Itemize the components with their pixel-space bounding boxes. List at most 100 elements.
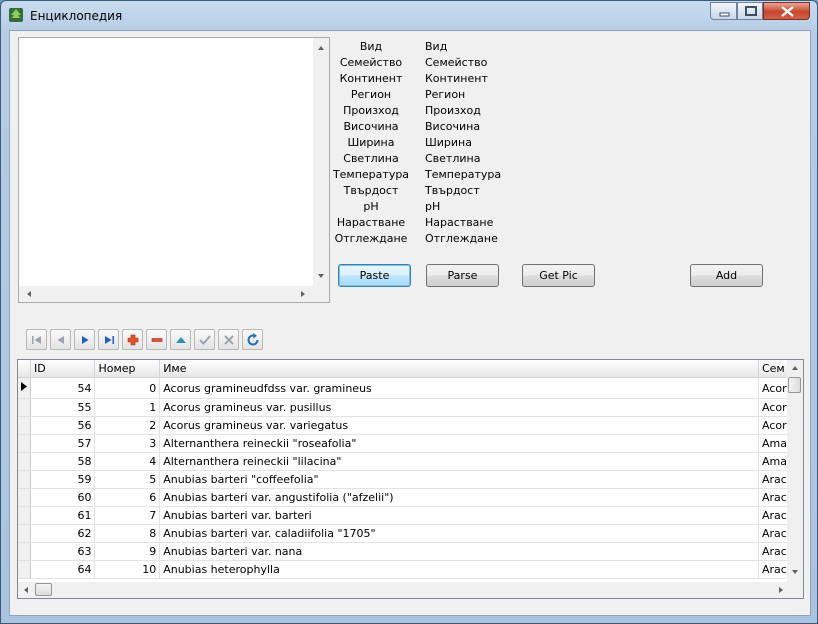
column-header-name[interactable]: Име [159,360,759,378]
cell-number[interactable]: 7 [94,506,161,525]
delete-record-button[interactable] [146,329,167,350]
cancel-record-button[interactable] [218,329,239,350]
horizontal-scroll-thumb[interactable] [35,583,52,596]
column-header-id[interactable]: ID [30,360,96,378]
scroll-up-icon[interactable] [787,360,803,376]
cell-number[interactable]: 0 [94,377,161,399]
cell-number[interactable]: 5 [94,470,161,489]
cell-id[interactable]: 64 [30,560,96,579]
table-row[interactable]: 58 4 Alternanthera reineckii "lilacina" … [18,452,791,471]
grid-horizontal-scrollbar[interactable] [18,582,789,598]
cell-family[interactable]: Arac [758,560,791,579]
records-grid[interactable]: ID Номер Име Сем 54 0 Acorus gramineudfd… [17,359,804,599]
last-record-button[interactable] [98,329,119,350]
prior-record-button[interactable] [50,329,71,350]
scroll-down-icon[interactable] [313,268,329,284]
table-row[interactable]: 61 7 Anubias barteri var. barteri Arac [18,506,791,525]
cell-name[interactable]: Anubias barteri var. caladiifolia "1705" [159,524,759,543]
table-row[interactable]: 60 6 Anubias barteri var. angustifolia (… [18,488,791,507]
cell-id[interactable]: 55 [30,398,96,417]
cell-family[interactable]: Arac [758,524,791,543]
get-pic-button[interactable]: Get Pic [522,264,595,287]
cell-name[interactable]: Anubias barteri "coffeefolia" [159,470,759,489]
cell-number[interactable]: 4 [94,452,161,471]
cell-name[interactable]: Acorus gramineus var. variegatus [159,416,759,435]
cell-number[interactable]: 1 [94,398,161,417]
table-row[interactable]: 56 2 Acorus gramineus var. variegatus Ac… [18,416,791,435]
scroll-up-icon[interactable] [313,40,329,56]
cell-name[interactable]: Anubias heterophylla [159,560,759,579]
cell-name[interactable]: Anubias barteri var. angustifolia ("afze… [159,488,759,507]
cell-name[interactable]: Anubias barteri var. barteri [159,506,759,525]
scroll-down-icon[interactable] [787,564,803,580]
add-button[interactable]: Add [690,264,763,287]
cell-family[interactable]: Arac [758,470,791,489]
scroll-left-icon[interactable] [21,286,37,302]
cell-id[interactable]: 62 [30,524,96,543]
title-bar[interactable]: Енциклопедия [1,1,817,29]
memo-horizontal-scrollbar[interactable] [19,286,313,302]
post-record-button[interactable] [194,329,215,350]
cell-name[interactable]: Anubias barteri var. nana [159,542,759,561]
row-indicator [18,416,31,435]
vertical-scroll-thumb[interactable] [788,377,801,393]
label-growth: Нарастване [336,216,406,229]
cell-number[interactable]: 10 [94,560,161,579]
parse-button[interactable]: Parse [426,264,499,287]
insert-record-button[interactable] [122,329,143,350]
table-row[interactable]: 64 10 Anubias heterophylla Arac [18,560,791,579]
cell-name[interactable]: Acorus gramineudfdss var. gramineus [159,377,759,399]
cell-id[interactable]: 63 [30,542,96,561]
cell-number[interactable]: 8 [94,524,161,543]
source-text-memo[interactable] [18,37,330,303]
table-row[interactable]: 62 8 Anubias barteri var. caladiifolia "… [18,524,791,543]
cell-family[interactable]: Arac [758,488,791,507]
maximize-button[interactable] [737,2,763,20]
cell-id[interactable]: 60 [30,488,96,507]
cell-name[interactable]: Acorus gramineus var. pusillus [159,398,759,417]
cell-number[interactable]: 9 [94,542,161,561]
table-row[interactable]: 57 3 Alternanthera reineckii "roseafolia… [18,434,791,453]
table-row[interactable]: 55 1 Acorus gramineus var. pusillus Acor [18,398,791,417]
column-header-number[interactable]: Номер [94,360,161,378]
cell-number[interactable]: 2 [94,416,161,435]
cell-name[interactable]: Alternanthera reineckii "roseafolia" [159,434,759,453]
cell-family[interactable]: Acor [758,398,791,417]
close-button[interactable] [763,2,810,20]
cell-id[interactable]: 54 [30,377,96,399]
row-indicator [18,452,31,471]
memo-vertical-scrollbar[interactable] [313,38,329,286]
cell-id[interactable]: 61 [30,506,96,525]
records-table: ID Номер Име Сем 54 0 Acorus gramineudfd… [18,360,791,579]
value-temperature: Температура [425,168,502,181]
cell-name[interactable]: Alternanthera reineckii "lilacina" [159,452,759,471]
grid-vertical-scrollbar[interactable] [787,360,803,582]
cell-family[interactable]: Ama [758,434,791,453]
edit-record-button[interactable] [170,329,191,350]
field-labels: Вид Семейство Континент Регион Произход … [330,39,412,247]
table-row[interactable]: 63 9 Anubias barteri var. nana Arac [18,542,791,561]
cell-family[interactable]: Arac [758,542,791,561]
table-row[interactable]: 54 0 Acorus gramineudfdss var. gramineus… [18,377,791,399]
cell-family[interactable]: Acor [758,416,791,435]
first-record-button[interactable] [26,329,47,350]
grid-header-row: ID Номер Име Сем [18,360,791,378]
cell-number[interactable]: 6 [94,488,161,507]
scroll-left-icon[interactable] [18,582,34,598]
paste-button[interactable]: Paste [338,264,411,287]
cell-family[interactable]: Arac [758,506,791,525]
table-row[interactable]: 59 5 Anubias barteri "coffeefolia" Arac [18,470,791,489]
value-family: Семейство [425,56,488,69]
minimize-button[interactable] [710,2,737,20]
scroll-right-icon[interactable] [295,286,311,302]
cell-family[interactable]: Acor [758,377,791,399]
column-header-family[interactable]: Сем [758,360,791,378]
cell-id[interactable]: 56 [30,416,96,435]
refresh-button[interactable] [242,329,263,350]
cell-id[interactable]: 57 [30,434,96,453]
cell-id[interactable]: 58 [30,452,96,471]
cell-id[interactable]: 59 [30,470,96,489]
cell-family[interactable]: Ama [758,452,791,471]
next-record-button[interactable] [74,329,95,350]
cell-number[interactable]: 3 [94,434,161,453]
